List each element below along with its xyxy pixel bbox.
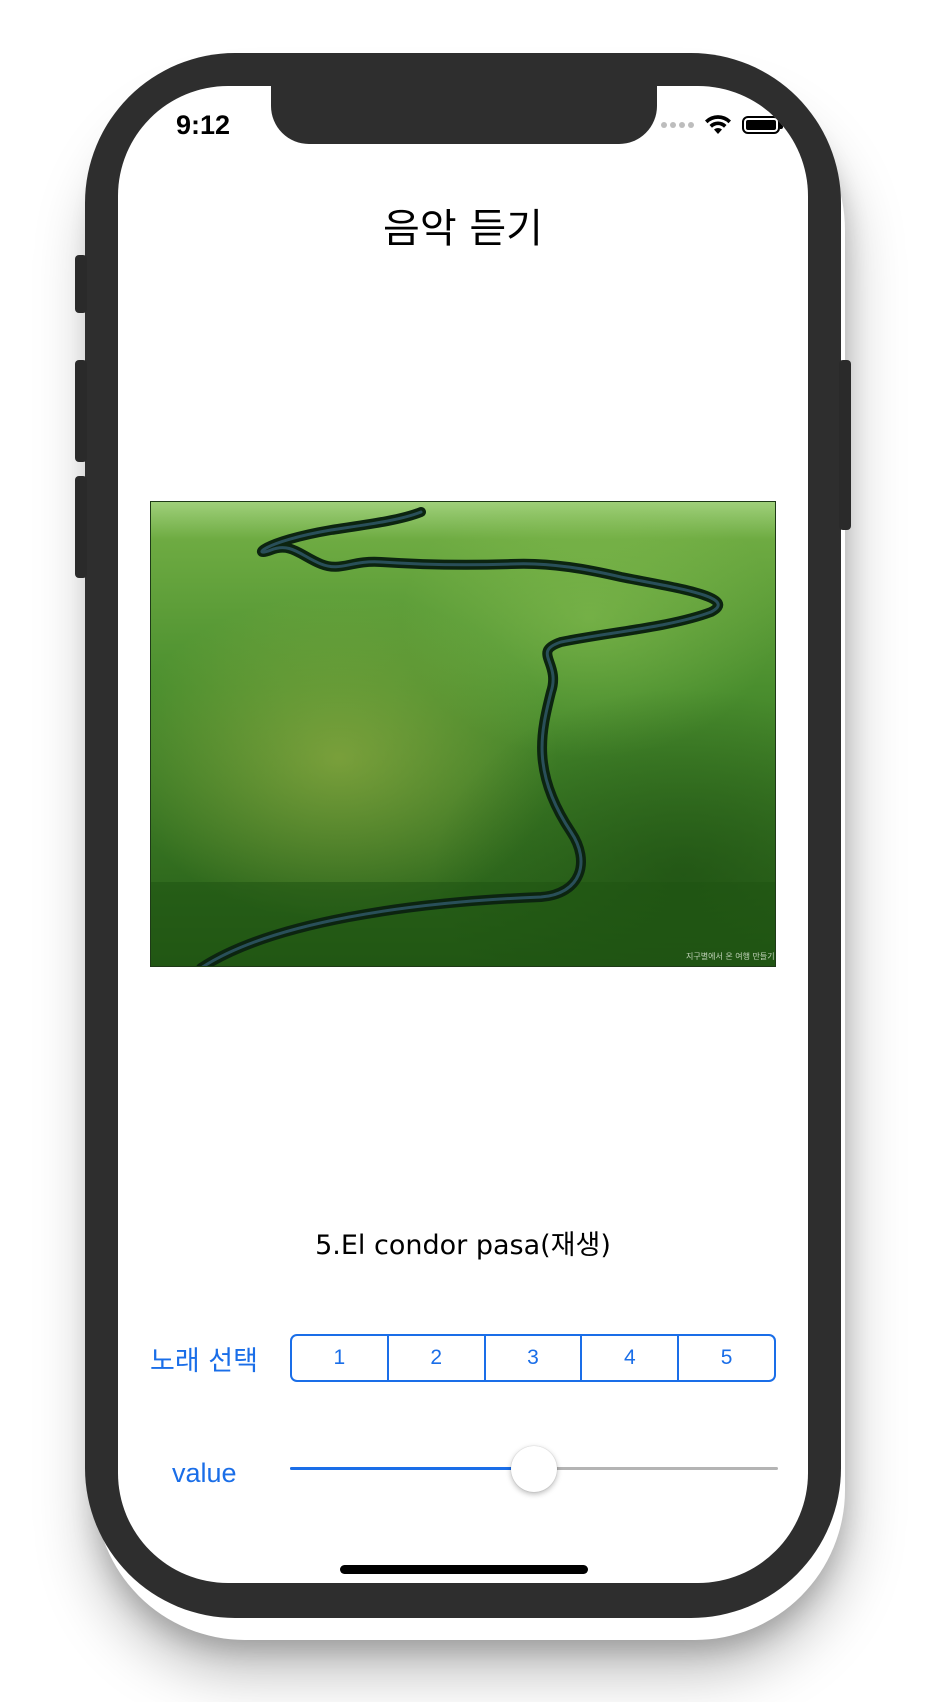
power-button — [839, 360, 851, 530]
volume-up-button — [75, 360, 87, 462]
image-watermark: 지구별에서 온 여행 만들기 — [686, 951, 775, 961]
mute-switch — [75, 255, 87, 313]
segment-3[interactable]: 3 — [486, 1336, 583, 1380]
slider-fill — [290, 1467, 534, 1470]
status-icons — [661, 112, 783, 138]
segment-5[interactable]: 5 — [679, 1336, 774, 1380]
stage: 9:12 음악 듣기 지구별에서 온 여행 만들기 5.El condor pa… — [0, 0, 926, 1702]
segment-1[interactable]: 1 — [292, 1336, 389, 1380]
value-label: value — [172, 1458, 237, 1488]
phone-screen: 9:12 음악 듣기 지구별에서 온 여행 만들기 5.El condor pa… — [118, 86, 808, 1583]
battery-icon — [742, 116, 783, 134]
home-indicator[interactable] — [340, 1565, 588, 1574]
status-time: 9:12 — [176, 110, 231, 140]
song-title: 5.El condor pasa(재생) — [315, 1230, 611, 1261]
cellular-signal-icon — [661, 122, 694, 128]
slider-thumb[interactable] — [511, 1446, 557, 1492]
volume-down-button — [75, 476, 87, 578]
song-select-label: 노래 선택 — [150, 1346, 258, 1377]
wifi-icon — [705, 115, 731, 134]
segment-2[interactable]: 2 — [389, 1336, 486, 1380]
river-landscape-image: 지구별에서 온 여행 만들기 — [151, 502, 775, 966]
page-title: 음악 듣기 — [383, 206, 543, 252]
album-art-image: 지구별에서 온 여행 만들기 — [150, 501, 776, 967]
notch — [271, 86, 657, 144]
value-slider[interactable] — [290, 1444, 778, 1494]
segment-4[interactable]: 4 — [582, 1336, 680, 1380]
song-select-control[interactable]: 1 2 3 4 5 — [290, 1334, 776, 1382]
